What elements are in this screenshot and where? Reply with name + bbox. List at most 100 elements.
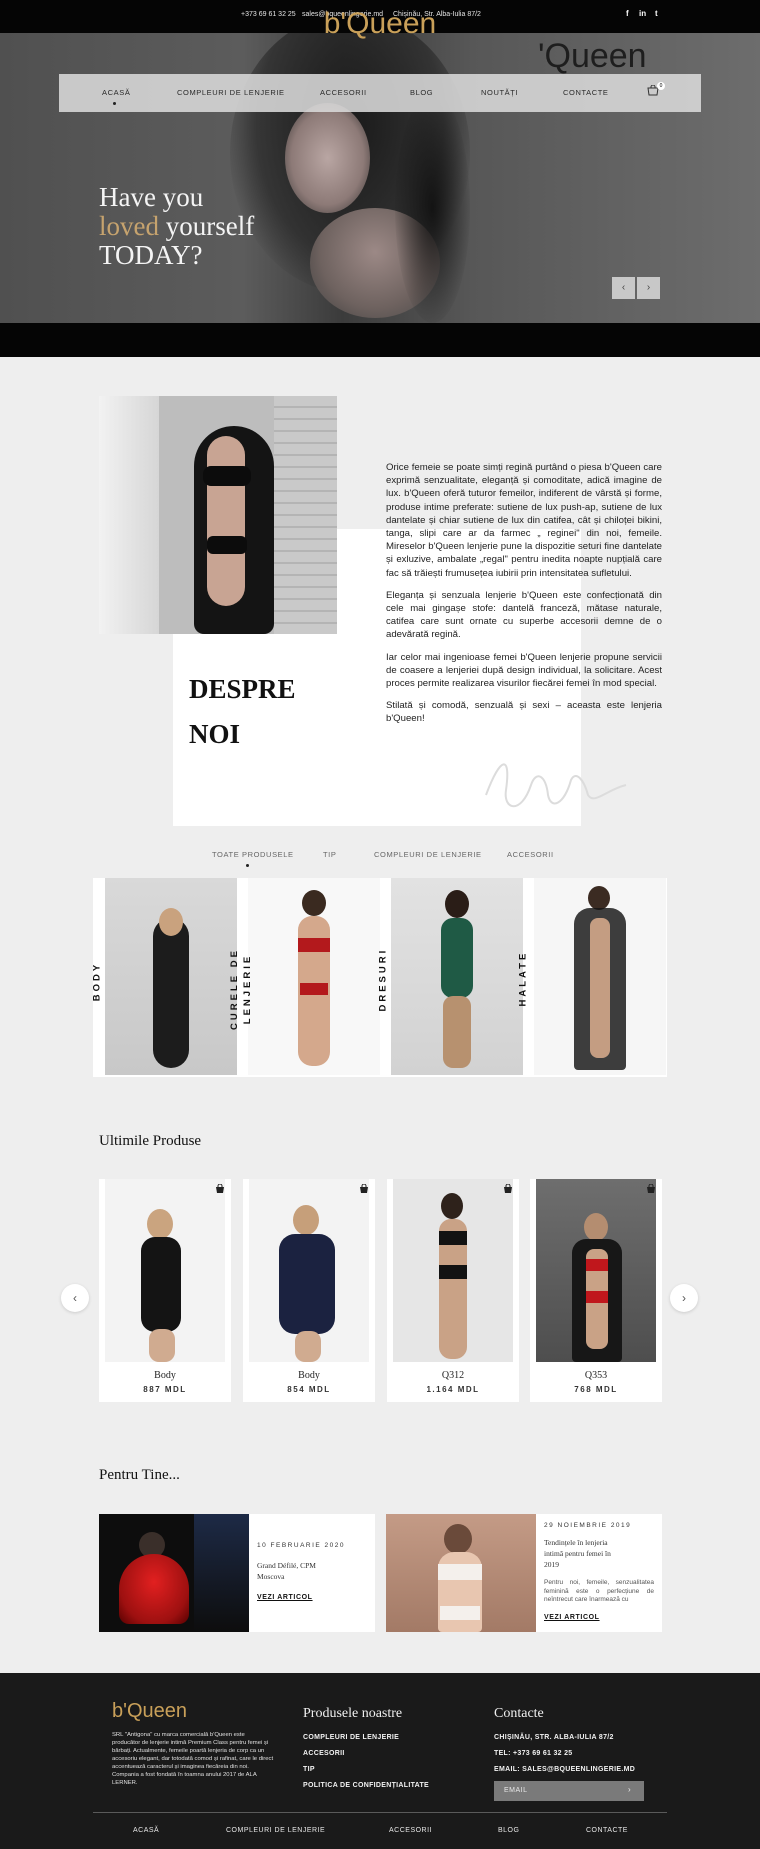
nav-active-indicator: [113, 102, 116, 105]
blog-card[interactable]: 10 FEBRUARIE 2020 Grand Défilé, CPM Mosc…: [99, 1514, 375, 1632]
about-title-line1: DESPRE: [189, 674, 296, 704]
product-price: 854 MDL: [287, 1385, 331, 1394]
nav-item-compleuri[interactable]: COMPLEURI DE LENJERIE: [177, 88, 285, 97]
category-strip: BODY CURELE DE LENJERIE DRESURI HALATE: [91, 878, 667, 1077]
blog-title[interactable]: Grand Défilé, CPM Moscova: [257, 1560, 369, 1582]
hero-headline-line1: Have you: [99, 182, 204, 212]
category-card-body[interactable]: [105, 878, 237, 1075]
nav-item-accesorii[interactable]: ACCESORII: [320, 88, 367, 97]
category-label-curele: CURELE DE LENJERIE: [229, 948, 253, 1030]
add-to-cart-icon[interactable]: [503, 1184, 513, 1194]
facebook-icon[interactable]: f: [626, 9, 629, 19]
footer-nav-contacte[interactable]: CONTACTE: [586, 1827, 628, 1834]
footer-contact-email[interactable]: EMAIL: SALES@BQUEENLINGERIE.MD: [494, 1766, 635, 1773]
hero-headline-gold-word: loved: [99, 211, 159, 241]
nav-item-acasa[interactable]: ACASĂ: [102, 88, 130, 97]
about-title-line2: NOI: [189, 719, 241, 749]
product-name[interactable]: Body: [243, 1370, 375, 1381]
about-image: [99, 396, 337, 634]
footer-link-accesorii[interactable]: ACCESORII: [303, 1750, 345, 1757]
about-title: DESPRE NOI: [189, 667, 339, 757]
read-article-link[interactable]: VEZI ARTICOL: [544, 1614, 600, 1621]
product-price: 768 MDL: [574, 1385, 618, 1394]
linkedin-icon[interactable]: in: [639, 9, 646, 19]
footer-divider: [93, 1812, 667, 1813]
footer-nav-acasa[interactable]: ACASĂ: [133, 1827, 159, 1834]
footer-contacts-title: Contacte: [494, 1706, 544, 1721]
product-image[interactable]: [393, 1179, 513, 1362]
product-card[interactable]: Body 887 MDL: [99, 1179, 231, 1402]
blog-card[interactable]: 29 NOIEMBRIE 2019 Tendințele în lenjeria…: [386, 1514, 662, 1632]
newsletter-email-placeholder: EMAIL: [504, 1787, 528, 1794]
tab-all-products[interactable]: TOATE PRODUSELE: [212, 850, 294, 859]
blog-date: 29 NOIEMBRIE 2019: [544, 1522, 632, 1529]
product-card[interactable]: Q353 768 MDL: [530, 1179, 662, 1402]
site-logo[interactable]: b'Queen: [280, 7, 480, 41]
tab-active-indicator: [246, 864, 249, 867]
signature-watermark: [485, 763, 627, 808]
product-image[interactable]: [536, 1179, 656, 1362]
category-label-body: BODY: [91, 961, 103, 1002]
footer-nav-blog[interactable]: BLOG: [498, 1827, 519, 1834]
cart-count-badge: 0: [657, 82, 665, 90]
tab-compleuri[interactable]: COMPLEURI DE LENJERIE: [374, 850, 482, 859]
product-name[interactable]: Q312: [387, 1370, 519, 1381]
newsletter-submit-arrow-icon[interactable]: ›: [628, 1785, 631, 1794]
blog-excerpt: Pentru noi, femeile, senzualitatea femin…: [544, 1579, 654, 1603]
footer-nav-compleuri[interactable]: COMPLEURI DE LENJERIE: [226, 1827, 325, 1834]
blog-image[interactable]: [99, 1514, 249, 1632]
about-paragraph: Eleganța și senzuala lenjerie b'Queen es…: [386, 589, 662, 641]
blog-title-line1: Grand Défilé, CPM: [257, 1561, 316, 1570]
blog-title-line2: Moscova: [257, 1572, 285, 1581]
footer-link-privacy[interactable]: POLITICA DE CONFIDENȚIALITATE: [303, 1782, 429, 1789]
products-prev-button[interactable]: ‹: [61, 1284, 89, 1312]
product-name[interactable]: Q353: [530, 1370, 662, 1381]
footer-logo[interactable]: b'Queen: [112, 1700, 187, 1723]
footer-description: SRL "Antigona" cu marca comercială b'Que…: [112, 1732, 274, 1786]
blog-image[interactable]: [386, 1514, 536, 1632]
product-image[interactable]: [105, 1179, 225, 1362]
add-to-cart-icon[interactable]: [646, 1184, 656, 1194]
footer-contact-address: CHIȘINĂU, STR. ALBA-IULIA 87/2: [494, 1734, 614, 1741]
footer-link-compleuri[interactable]: COMPLEURI DE LENJERIE: [303, 1734, 399, 1741]
product-card[interactable]: Q312 1.164 MDL: [387, 1179, 519, 1402]
category-card-halate[interactable]: [534, 878, 666, 1075]
product-card[interactable]: Body 854 MDL: [243, 1179, 375, 1402]
products-next-button[interactable]: ›: [670, 1284, 698, 1312]
add-to-cart-icon[interactable]: [215, 1184, 225, 1194]
hero-headline-line3: TODAY?: [99, 240, 203, 270]
about-text: Orice femeie se poate simți regină purtâ…: [386, 461, 662, 735]
blog-title[interactable]: Tendințele în lenjeria intimă pentru fem…: [544, 1537, 614, 1570]
hero-bottom-band: [0, 323, 760, 357]
footer-nav-accesorii[interactable]: ACCESORII: [389, 1827, 432, 1834]
main-nav: ACASĂ COMPLEURI DE LENJERIE ACCESORII BL…: [59, 74, 701, 112]
product-image[interactable]: [249, 1179, 369, 1362]
footer-contact-phone[interactable]: TEL: +373 69 61 32 25: [494, 1750, 573, 1757]
category-label-halate: HALATE: [517, 950, 529, 1007]
product-price: 887 MDL: [143, 1385, 187, 1394]
tab-tip[interactable]: TIP: [323, 850, 336, 859]
tab-accesorii[interactable]: ACCESORII: [507, 850, 554, 859]
read-article-link[interactable]: VEZI ARTICOL: [257, 1594, 313, 1601]
category-label-dresuri: DRESURI: [377, 947, 389, 1012]
hero-headline: Have you loved yourself TODAY?: [99, 183, 359, 270]
product-name[interactable]: Body: [99, 1370, 231, 1381]
about-paragraph: Stilată și comodă, senzuală și sexi – ac…: [386, 700, 662, 725]
footer-link-tip[interactable]: TIP: [303, 1766, 315, 1773]
hero-next-button[interactable]: ›: [637, 277, 660, 299]
add-to-cart-icon[interactable]: [359, 1184, 369, 1194]
nav-item-contacte[interactable]: CONTACTE: [563, 88, 609, 97]
category-card-dresuri[interactable]: [391, 878, 523, 1075]
hero-prev-button[interactable]: ‹: [612, 277, 635, 299]
nav-item-blog[interactable]: BLOG: [410, 88, 433, 97]
hero-background-logo: 'Queen: [538, 37, 647, 75]
hero-headline-line2: loved yourself: [99, 212, 359, 241]
twitter-icon[interactable]: t: [655, 9, 658, 19]
hero-headline-line2-rest: yourself: [159, 211, 255, 241]
nav-item-noutati[interactable]: NOUTĂȚI: [481, 88, 518, 97]
for-you-title: Pentru Tine...: [99, 1467, 180, 1483]
product-price: 1.164 MDL: [426, 1385, 480, 1394]
about-paragraph: Iar celor mai ingenioase femei b'Queen l…: [386, 651, 662, 690]
latest-products-title: Ultimile Produse: [99, 1133, 202, 1149]
category-card-curele[interactable]: [248, 878, 380, 1075]
